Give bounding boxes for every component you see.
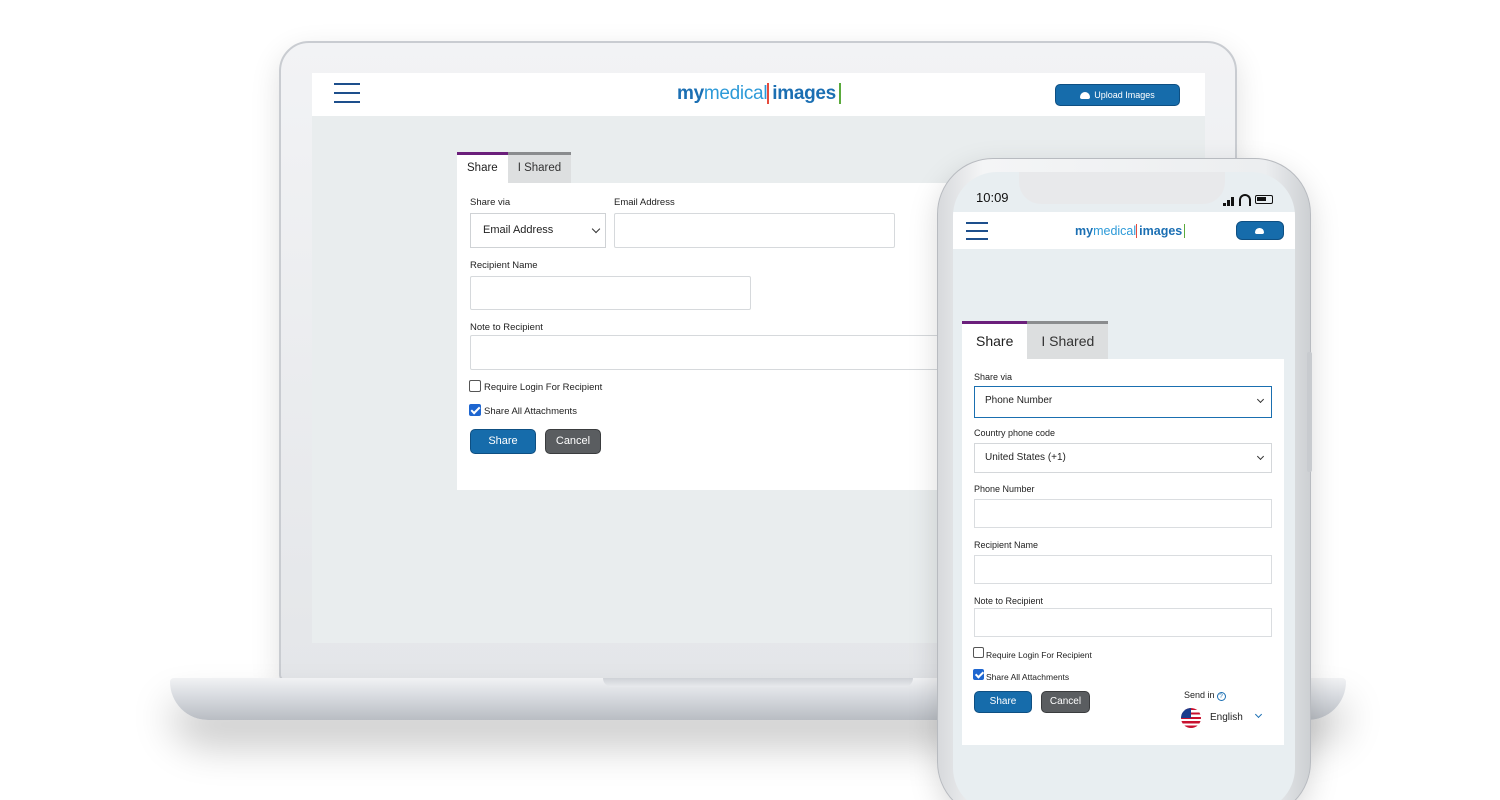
- require-login-checkbox[interactable]: [469, 380, 481, 392]
- phone-number-field[interactable]: [974, 499, 1272, 528]
- phone-notch: [1019, 172, 1225, 204]
- note-label: Note to Recipient: [974, 596, 1044, 606]
- share-tabs: Share I Shared: [457, 152, 572, 183]
- share-via-select[interactable]: Phone Number: [974, 386, 1272, 418]
- language-select[interactable]: English: [1210, 712, 1243, 723]
- recipient-name-field[interactable]: [470, 276, 751, 310]
- share-via-select[interactable]: Email Address: [470, 213, 606, 248]
- cancel-button[interactable]: Cancel: [1041, 691, 1090, 713]
- mobile-share-tabs: Share I Shared: [962, 321, 1109, 359]
- mobile-upload-button[interactable]: [1236, 221, 1284, 240]
- mobile-share-form: Share via Phone Number Country phone cod…: [962, 359, 1284, 745]
- email-field[interactable]: [614, 213, 895, 248]
- wifi-icon: [1239, 194, 1251, 206]
- share-via-label: Share via: [974, 372, 1013, 382]
- tab-i-shared[interactable]: I Shared: [507, 152, 572, 183]
- share-via-label: Share via: [470, 197, 511, 208]
- require-login-checkbox[interactable]: [973, 647, 984, 658]
- status-icons: [1223, 194, 1283, 206]
- share-all-label: Share All Attachments: [484, 406, 577, 417]
- recipient-name-field[interactable]: [974, 555, 1272, 584]
- tab-share[interactable]: Share: [962, 321, 1028, 359]
- app-logo[interactable]: mymedical images: [677, 83, 841, 105]
- share-button[interactable]: Share: [974, 691, 1032, 713]
- country-code-select[interactable]: United States (+1): [974, 443, 1272, 473]
- note-field[interactable]: [470, 335, 990, 370]
- app-header: mymedical images Upload Images: [312, 73, 1205, 116]
- hamburger-menu-icon[interactable]: [334, 83, 360, 105]
- share-form: Share via Email Address Email Address Re…: [457, 183, 997, 490]
- status-time: 10:09: [976, 190, 1009, 205]
- mobile-app-header: mymedical images: [953, 212, 1295, 249]
- laptop-hinge-notch: [603, 678, 913, 687]
- country-code-label: Country phone code: [974, 428, 1056, 438]
- mobile-app-logo[interactable]: mymedical images: [1075, 224, 1186, 238]
- share-all-label: Share All Attachments: [986, 672, 1070, 682]
- tab-i-shared[interactable]: I Shared: [1027, 321, 1109, 359]
- chevron-down-icon: [591, 224, 601, 234]
- phone-side-button: [1307, 352, 1312, 472]
- recipient-name-label: Recipient Name: [470, 260, 538, 271]
- help-icon[interactable]: ?: [1216, 692, 1226, 701]
- phone-number-label: Phone Number: [974, 484, 1035, 494]
- send-in-label: Send in?: [1184, 690, 1226, 701]
- upload-images-button[interactable]: Upload Images: [1055, 84, 1180, 106]
- cloud-upload-icon: [1080, 92, 1091, 99]
- cancel-button[interactable]: Cancel: [545, 429, 601, 454]
- note-field[interactable]: [974, 608, 1272, 637]
- hamburger-menu-icon[interactable]: [966, 222, 988, 240]
- cloud-upload-icon: [1255, 228, 1264, 234]
- us-flag-icon: [1181, 708, 1201, 728]
- share-button[interactable]: Share: [470, 429, 536, 454]
- share-all-checkbox[interactable]: [973, 669, 984, 680]
- phone-screen: 10:09 mymedical images Share I Shared Sha…: [953, 172, 1295, 800]
- battery-icon: [1255, 195, 1273, 204]
- chevron-down-icon: [1256, 452, 1265, 461]
- share-all-checkbox[interactable]: [469, 404, 481, 416]
- require-login-label: Require Login For Recipient: [986, 650, 1092, 660]
- note-label: Note to Recipient: [470, 322, 543, 333]
- require-login-label: Require Login For Recipient: [484, 382, 603, 393]
- tab-share[interactable]: Share: [457, 152, 508, 183]
- chevron-down-icon: [1256, 395, 1265, 404]
- email-label: Email Address: [614, 197, 675, 208]
- recipient-name-label: Recipient Name: [974, 540, 1039, 550]
